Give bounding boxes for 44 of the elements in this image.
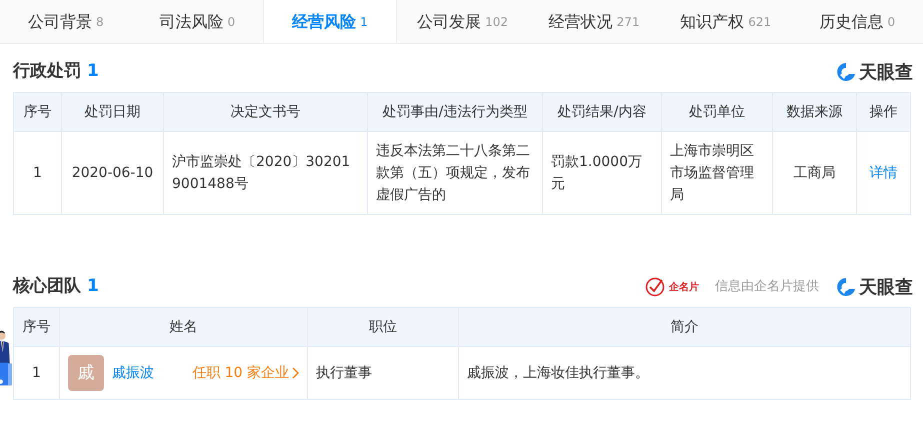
column-header: 职位 <box>308 308 458 346</box>
table-cell: 上海市崇明区市场监督管理局 <box>662 132 772 214</box>
section-count: 1 <box>87 275 99 298</box>
column-header: 数据来源 <box>772 92 856 132</box>
brand-name: 天眼查 <box>859 276 913 300</box>
column-header: 序号 <box>14 308 60 346</box>
section-count: 1 <box>87 60 99 84</box>
column-header: 序号 <box>14 92 62 132</box>
section-title: 行政处罚 <box>13 60 81 84</box>
tab[interactable]: 公司发展 102 <box>396 0 528 43</box>
column-header: 处罚结果/内容 <box>542 92 662 132</box>
avatar: 戚 <box>68 355 104 391</box>
column-header: 简介 <box>458 308 910 346</box>
brand-name: 天眼查 <box>859 60 913 84</box>
column-header: 处罚单位 <box>662 92 772 132</box>
provider-logo-text: 企名片 <box>669 280 699 294</box>
check-circle-icon <box>645 277 665 297</box>
column-header: 操作 <box>856 92 910 132</box>
table-cell: 1 <box>14 132 62 214</box>
column-header: 处罚日期 <box>62 92 164 132</box>
table-cell: 1 <box>14 346 60 400</box>
table-cell: 工商局 <box>772 132 856 214</box>
section-title: 核心团队 <box>13 275 81 298</box>
table-cell: 罚款1.0000万元 <box>542 132 662 214</box>
table-cell: 2020-06-10 <box>62 132 164 214</box>
logo-icon <box>835 62 857 82</box>
tab[interactable]: 知识产权 621 <box>660 0 792 43</box>
column-header: 处罚事由/违法行为类型 <box>368 92 542 132</box>
person-name-link[interactable]: 戚振波 <box>112 362 154 384</box>
table-cell: 沪市监崇处〔2020〕302019001488号 <box>164 132 368 214</box>
tab[interactable]: 历史信息 0 <box>791 0 923 43</box>
tab[interactable]: 经营状况 271 <box>528 0 660 43</box>
tab[interactable]: 司法风险 0 <box>132 0 264 43</box>
tab[interactable]: 公司背景 8 <box>0 0 132 43</box>
tab[interactable]: 经营风险 1 <box>263 0 397 43</box>
logo-icon <box>835 277 857 297</box>
chevron-icon <box>292 367 299 379</box>
provider-note: 信息由企名片提供 <box>715 278 819 296</box>
table-cell: 违反本法第二十八条第二款第（五）项规定，发布虚假广告的 <box>368 132 542 214</box>
table-cell: 执行董事 <box>308 346 458 400</box>
details-link[interactable]: 详情 <box>870 165 898 181</box>
column-header: 决定文书号 <box>164 92 368 132</box>
table-cell: 戚振波，上海妆佳执行董事。 <box>458 346 910 400</box>
column-header: 姓名 <box>60 308 308 346</box>
